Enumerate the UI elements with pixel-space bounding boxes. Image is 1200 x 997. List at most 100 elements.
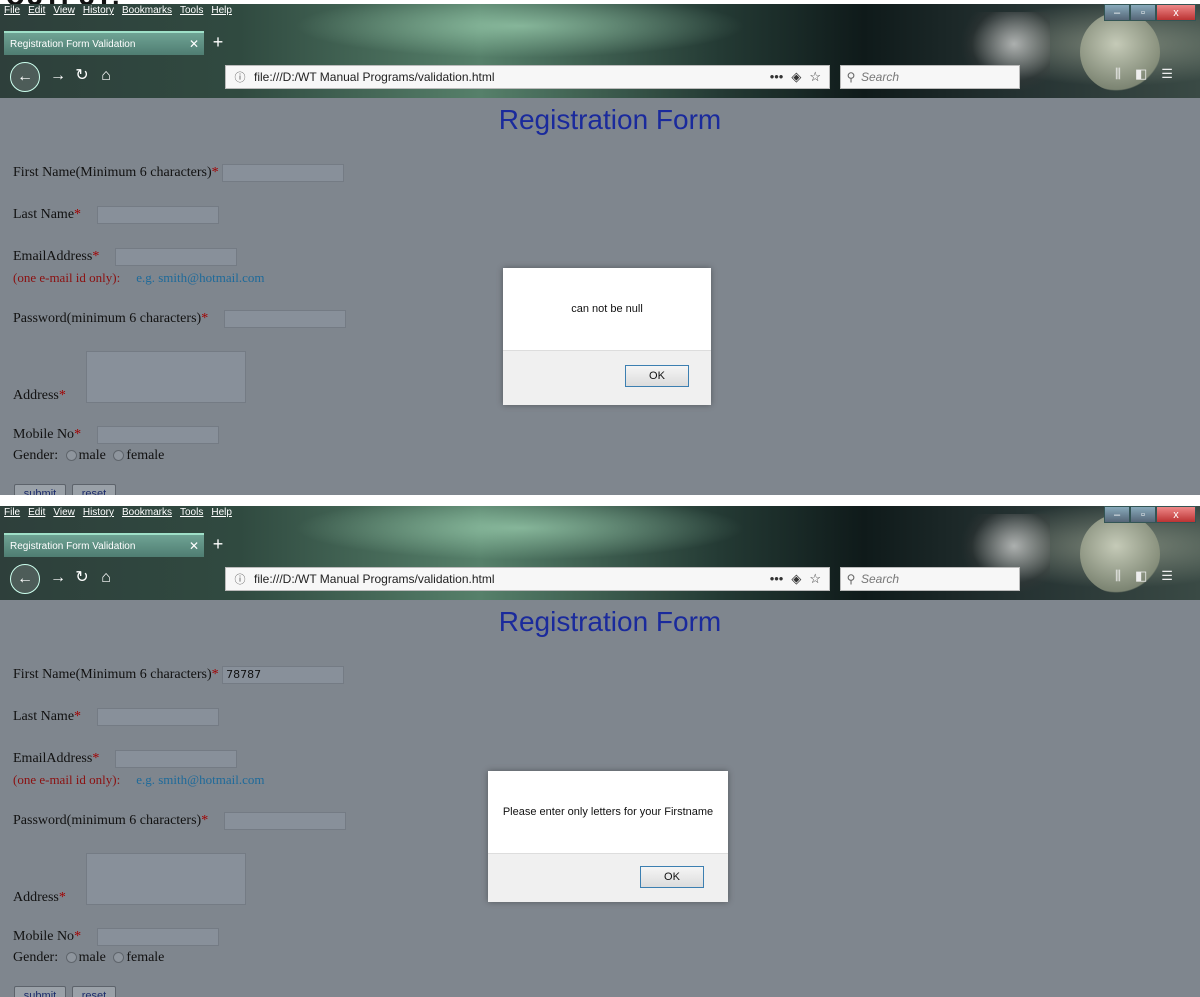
bookmark-star-icon[interactable]: ☆ xyxy=(809,571,821,587)
menu-history[interactable]: History xyxy=(83,507,114,521)
toolbar-right: ⫼ ◧ ☰ xyxy=(1115,568,1173,584)
forward-arrow-icon[interactable]: → xyxy=(46,64,70,88)
email-input[interactable] xyxy=(114,248,237,266)
info-icon[interactable]: ⓘ xyxy=(230,571,250,587)
menu-edit[interactable]: Edit xyxy=(28,5,45,19)
password-label: Password(minimum 6 characters) xyxy=(13,813,202,829)
gender-male-label: male xyxy=(78,950,106,965)
required-mark: * xyxy=(92,751,100,767)
sidebar-icon[interactable]: ◧ xyxy=(1135,568,1147,584)
tab-title: Registration Form Validation xyxy=(10,540,136,552)
more-actions-icon[interactable]: ••• xyxy=(770,69,784,85)
new-tab-button[interactable]: + xyxy=(207,30,229,54)
search-input[interactable]: ⚲ Search xyxy=(840,65,1020,89)
menu-help[interactable]: Help xyxy=(211,507,232,521)
back-arrow-icon[interactable]: ← xyxy=(10,62,40,92)
email-example: e.g. smith@hotmail.com xyxy=(136,270,265,285)
mobile-input[interactable] xyxy=(96,928,219,946)
email-label: EmailAddress xyxy=(13,751,93,767)
reset-button[interactable]: reset xyxy=(72,986,116,997)
url-bar[interactable]: ⓘ file:///D:/WT Manual Programs/validati… xyxy=(225,65,830,89)
library-icon[interactable]: ⫼ xyxy=(1115,568,1121,584)
menu-file[interactable]: File xyxy=(4,507,20,521)
pocket-icon[interactable]: ◈ xyxy=(791,69,801,85)
submit-button[interactable]: submit xyxy=(14,484,66,495)
forward-arrow-icon[interactable]: → xyxy=(46,566,70,590)
tab-registration[interactable]: Registration Form Validation ✕ xyxy=(4,533,204,557)
last-name-row: Last Name* xyxy=(13,206,219,224)
email-input[interactable] xyxy=(114,750,237,768)
sidebar-icon[interactable]: ◧ xyxy=(1135,66,1147,82)
mobile-row: Mobile No* xyxy=(13,928,219,946)
bookmark-star-icon[interactable]: ☆ xyxy=(809,69,821,85)
email-example: e.g. smith@hotmail.com xyxy=(136,772,265,787)
email-note-text: (one e-mail id only): xyxy=(13,270,121,285)
address-label: Address xyxy=(13,890,59,905)
email-note-text: (one e-mail id only): xyxy=(13,772,121,787)
hamburger-menu-icon[interactable]: ☰ xyxy=(1161,66,1173,82)
reload-icon[interactable]: ↻ xyxy=(70,64,94,88)
first-name-label: First Name(Minimum 6 characters) xyxy=(13,165,212,181)
menu-tools[interactable]: Tools xyxy=(180,5,203,19)
last-name-label: Last Name xyxy=(13,709,75,725)
window-close-button[interactable]: x xyxy=(1156,4,1196,21)
last-name-input[interactable] xyxy=(96,708,219,726)
close-tab-icon[interactable]: ✕ xyxy=(184,539,204,553)
new-tab-button[interactable]: + xyxy=(207,532,229,556)
home-icon[interactable]: ⌂ xyxy=(94,566,118,590)
library-icon[interactable]: ⫼ xyxy=(1115,66,1121,82)
last-name-input[interactable] xyxy=(96,206,219,224)
more-actions-icon[interactable]: ••• xyxy=(770,571,784,587)
menu-bookmarks[interactable]: Bookmarks xyxy=(122,507,172,521)
home-icon[interactable]: ⌂ xyxy=(94,64,118,88)
gender-female-radio[interactable] xyxy=(113,952,125,964)
ok-button[interactable]: OK xyxy=(640,866,704,888)
pocket-icon[interactable]: ◈ xyxy=(791,571,801,587)
search-icon: ⚲ xyxy=(846,70,856,84)
gender-female-radio[interactable] xyxy=(113,450,125,462)
url-text: file:///D:/WT Manual Programs/validation… xyxy=(254,572,495,586)
tab-registration[interactable]: Registration Form Validation ✕ xyxy=(4,31,204,55)
menu-view[interactable]: View xyxy=(53,507,75,521)
gender-label: Gender: xyxy=(13,448,59,463)
search-input[interactable]: ⚲ Search xyxy=(840,567,1020,591)
maximize-button[interactable]: ▫ xyxy=(1130,506,1156,523)
gender-male-radio[interactable] xyxy=(65,450,77,462)
gender-row: Gender: male female xyxy=(13,950,164,966)
menu-history[interactable]: History xyxy=(83,5,114,19)
back-arrow-icon[interactable]: ← xyxy=(10,564,40,594)
menu-tools[interactable]: Tools xyxy=(180,507,203,521)
menu-bookmarks[interactable]: Bookmarks xyxy=(122,5,172,19)
password-label: Password(minimum 6 characters) xyxy=(13,311,202,327)
submit-button[interactable]: submit xyxy=(14,986,66,997)
mobile-input[interactable] xyxy=(96,426,219,444)
required-mark: * xyxy=(58,388,66,403)
info-icon[interactable]: ⓘ xyxy=(230,69,250,85)
address-textarea[interactable] xyxy=(86,853,246,905)
password-input[interactable] xyxy=(223,310,346,328)
minimize-button[interactable]: – xyxy=(1104,506,1130,523)
alert-message: can not be null xyxy=(571,303,643,315)
first-name-input[interactable]: 78787 xyxy=(222,666,345,684)
menu-view[interactable]: View xyxy=(53,5,75,19)
url-bar[interactable]: ⓘ file:///D:/WT Manual Programs/validati… xyxy=(225,567,830,591)
window-close-button[interactable]: x xyxy=(1156,506,1196,523)
ok-button[interactable]: OK xyxy=(625,365,689,387)
minimize-button[interactable]: – xyxy=(1104,4,1130,21)
reload-icon[interactable]: ↻ xyxy=(70,566,94,590)
close-tab-icon[interactable]: ✕ xyxy=(184,37,204,51)
required-mark: * xyxy=(58,890,66,905)
reset-button[interactable]: reset xyxy=(72,484,116,495)
menu-help[interactable]: Help xyxy=(211,5,232,19)
menu-file[interactable]: File xyxy=(4,5,20,19)
first-name-input[interactable] xyxy=(222,164,345,182)
email-row: EmailAddress* xyxy=(13,750,237,768)
gender-male-radio[interactable] xyxy=(65,952,77,964)
menu-edit[interactable]: Edit xyxy=(28,507,45,521)
maximize-button[interactable]: ▫ xyxy=(1130,4,1156,21)
address-textarea[interactable] xyxy=(86,351,246,403)
password-input[interactable] xyxy=(223,812,346,830)
address-row: Address* xyxy=(13,890,66,906)
tab-title: Registration Form Validation xyxy=(10,38,136,50)
hamburger-menu-icon[interactable]: ☰ xyxy=(1161,568,1173,584)
